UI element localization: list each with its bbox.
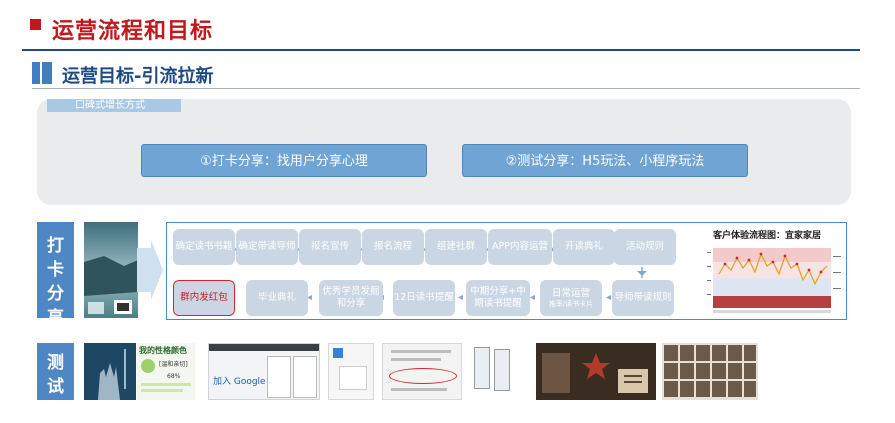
experience-chart	[707, 244, 843, 316]
checkin-side-label: 打卡分享	[37, 222, 74, 328]
personality-tag: [温和亲切]	[159, 361, 188, 368]
text-line	[391, 350, 451, 353]
phone-mockup	[267, 356, 291, 398]
test-thumbnail-vintage[interactable]	[536, 343, 656, 400]
test-thumbnail-chat[interactable]	[328, 343, 374, 400]
flow-arrow-icon	[137, 240, 163, 300]
checkin-label-text: 打卡分享	[47, 236, 64, 328]
avatar	[333, 348, 343, 358]
checkin-poster-image	[84, 222, 138, 318]
flow-step: 确定带读导师	[236, 229, 298, 265]
page-title: 运营流程和目标	[52, 19, 214, 44]
test-thumbnail-poster[interactable]	[84, 343, 136, 400]
flow-step: 毕业典礼	[246, 280, 308, 316]
card-preview	[339, 366, 367, 390]
subtitle-bar	[42, 62, 52, 84]
text-line	[141, 389, 183, 392]
flow-step: 活动规则	[614, 229, 676, 265]
personality-title: 我的性格颜色	[139, 346, 187, 355]
flow-step-label: 日常运营	[551, 287, 590, 299]
experience-chart-title: 客户体验流程图：宜家家居	[713, 231, 822, 241]
testing-side-label: 测试分	[37, 343, 74, 421]
flow-step: 开读典礼	[553, 229, 615, 265]
flow-step: 确定读书书籍	[173, 229, 235, 265]
flow-step: 报名宣传	[299, 229, 361, 265]
flow-step: 优秀学员发掘和分享	[319, 280, 383, 316]
test-thumbnail-group-chat[interactable]	[382, 343, 462, 400]
phone-mockup	[293, 356, 317, 398]
text-line	[391, 388, 447, 391]
flow-step: 导师带读规则	[612, 280, 674, 316]
browser-bar	[209, 344, 319, 351]
title-bullet	[30, 19, 41, 30]
flow-step: APP内容运营	[488, 229, 552, 265]
flow-step: 12日读书提醒	[393, 280, 455, 316]
section-subtitle: 运营目标-引流拉新	[62, 66, 214, 87]
flow-step: 报名流程	[362, 229, 424, 265]
avatar	[141, 359, 155, 373]
test-thumbnail-personality[interactable]: 我的性格颜色 [温和亲切] 68%	[137, 343, 195, 400]
subtitle-divider	[32, 88, 860, 89]
title-divider	[22, 49, 860, 51]
test-share-pill[interactable]: ②测试分享：H5玩法、小程序玩法	[462, 144, 748, 177]
text-line	[391, 358, 441, 361]
flow-step-sublabel: 推率/读书卡片	[548, 299, 594, 308]
flow-step: 组建社群	[425, 229, 487, 265]
checkin-share-pill[interactable]: ①打卡分享：找用户分享心理	[141, 144, 427, 177]
highlight-circle	[389, 368, 457, 384]
phone-mockup	[494, 349, 510, 391]
join-google-text: 加入 Google	[213, 377, 266, 387]
text-line	[141, 383, 191, 386]
test-thumbnail-google[interactable]: 加入 Google	[208, 343, 320, 400]
phone-mockup	[474, 347, 490, 389]
subtitle-bar	[32, 62, 40, 84]
flow-step: 日常运营 推率/读书卡片	[540, 280, 602, 316]
test-thumbnail-portraits[interactable]	[662, 343, 758, 400]
personality-percent: 68%	[167, 373, 181, 380]
testing-label-text: 测试分	[47, 353, 64, 421]
test-thumbnail-phones[interactable]	[466, 343, 518, 400]
growth-panel-tag: 口碑式增长方式	[47, 99, 181, 112]
flow-step-highlighted: 群内发红包	[173, 280, 235, 316]
flow-step: 中期分享+中期读书提醒	[466, 280, 530, 316]
